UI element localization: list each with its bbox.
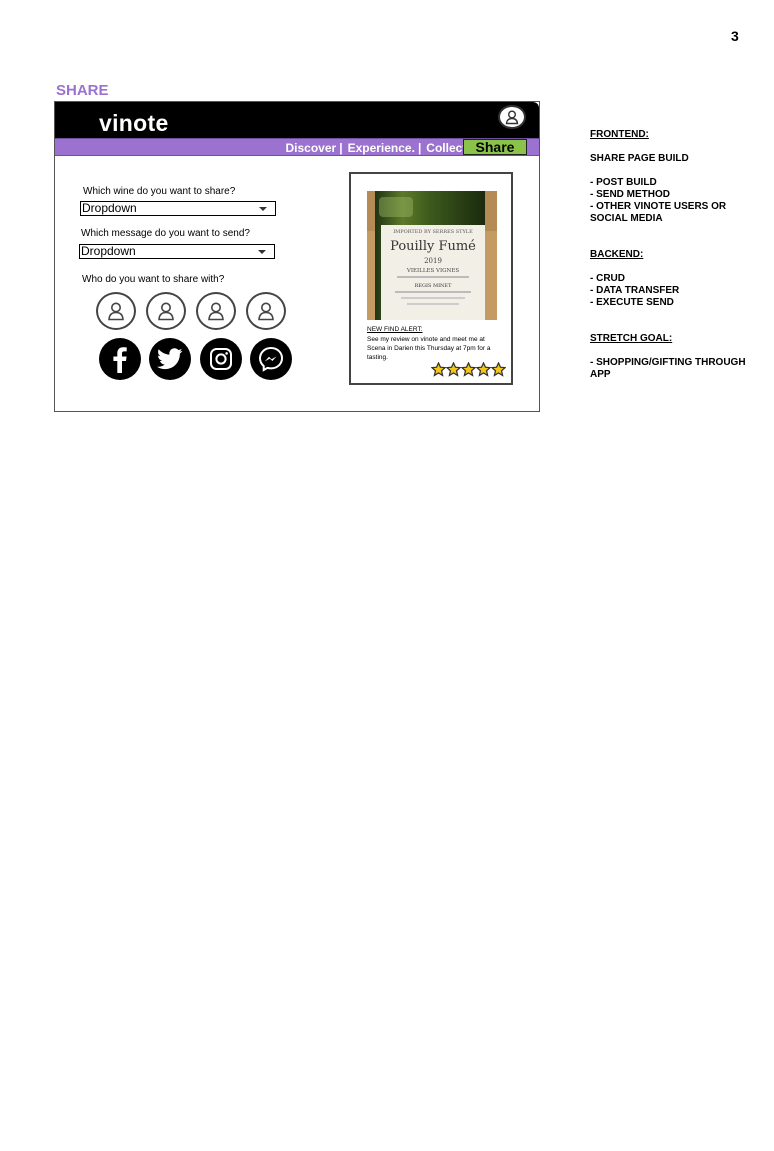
- messenger-icon: [258, 346, 284, 372]
- share-user-4[interactable]: [246, 292, 286, 330]
- share-user-3[interactable]: [196, 292, 236, 330]
- star-icon: [461, 362, 476, 377]
- wine-photo: IMPORTED BY SERRES STYLE Pouilly Fumé 20…: [367, 191, 497, 320]
- photo-label-line: IMPORTED BY SERRES STYLE: [393, 229, 473, 235]
- photo-label-line: 2019: [424, 257, 442, 265]
- backend-item: - CRUD: [590, 273, 625, 284]
- star-icon: [476, 362, 491, 377]
- star-icon: [491, 362, 506, 377]
- nav-separator: |: [339, 141, 343, 155]
- chevron-down-icon: [259, 207, 267, 211]
- share-user-1[interactable]: [96, 292, 136, 330]
- app-mockup: vinote Discover | Experience. | Collect.…: [54, 101, 540, 412]
- wine-question-label: Which wine do you want to share?: [83, 186, 236, 197]
- user-icon: [258, 302, 274, 321]
- share-with-label: Who do you want to share with?: [82, 274, 225, 285]
- facebook-icon: [113, 347, 127, 373]
- instagram-icon: [210, 348, 232, 370]
- user-icon: [108, 302, 124, 321]
- facebook-button[interactable]: [99, 338, 141, 380]
- chevron-down-icon: [258, 250, 266, 254]
- twitter-icon: [157, 348, 183, 370]
- user-icon: [208, 302, 224, 321]
- stretch-item: - SHOPPING/GIFTING THROUGH APP: [590, 357, 746, 380]
- star-icon: [446, 362, 461, 377]
- frontend-item: - OTHER VINOTE USERS OR SOCIAL MEDIA: [590, 201, 727, 224]
- backend-item: - EXECUTE SEND: [590, 297, 674, 308]
- photo-label-line: VIEILLES VIGNES: [406, 268, 460, 274]
- instagram-button[interactable]: [200, 338, 242, 380]
- profile-button[interactable]: [498, 105, 526, 129]
- nav-discover[interactable]: Discover: [286, 141, 337, 155]
- backend-heading: BACKEND:: [590, 249, 644, 260]
- wine-dropdown[interactable]: Dropdown: [80, 201, 276, 216]
- frontend-item: - POST BUILD: [590, 177, 657, 188]
- app-header: vinote: [55, 102, 539, 138]
- section-title: SHARE: [56, 82, 109, 99]
- message-question-label: Which message do you want to send?: [81, 228, 250, 239]
- message-dropdown-value: Dropdown: [81, 244, 136, 258]
- share-user-2[interactable]: [146, 292, 186, 330]
- page-number: 3: [731, 28, 739, 44]
- app-logo[interactable]: vinote: [99, 110, 169, 137]
- frontend-notes: FRONTEND: SHARE PAGE BUILD - POST BUILD …: [590, 129, 750, 225]
- rating-stars: [431, 362, 506, 377]
- photo-label-line: REGIS MINET: [415, 283, 453, 289]
- backend-item: - DATA TRANSFER: [590, 285, 680, 296]
- user-icon: [158, 302, 174, 321]
- photo-label-line: Pouilly Fumé: [390, 239, 476, 254]
- wine-dropdown-value: Dropdown: [82, 201, 137, 215]
- star-icon: [431, 362, 446, 377]
- user-icon: [505, 110, 519, 125]
- nav-share-tab[interactable]: Share: [463, 139, 527, 155]
- message-dropdown[interactable]: Dropdown: [79, 244, 275, 259]
- alert-title: NEW FIND ALERT:: [367, 326, 423, 333]
- stretch-heading: STRETCH GOAL:: [590, 333, 673, 344]
- twitter-button[interactable]: [149, 338, 191, 380]
- frontend-item: SHARE PAGE BUILD: [590, 153, 689, 164]
- stretch-notes: STRETCH GOAL: - SHOPPING/GIFTING THROUGH…: [590, 333, 762, 381]
- share-preview-card: IMPORTED BY SERRES STYLE Pouilly Fumé 20…: [349, 172, 513, 385]
- backend-notes: BACKEND: - CRUD - DATA TRANSFER - EXECUT…: [590, 249, 679, 309]
- messenger-button[interactable]: [250, 338, 292, 380]
- frontend-item: - SEND METHOD: [590, 189, 670, 200]
- nav-experience[interactable]: Experience.: [348, 141, 415, 155]
- nav-separator: |: [417, 141, 422, 155]
- frontend-heading: FRONTEND:: [590, 129, 649, 140]
- alert-text: See my review on vinote and meet me at S…: [367, 336, 491, 361]
